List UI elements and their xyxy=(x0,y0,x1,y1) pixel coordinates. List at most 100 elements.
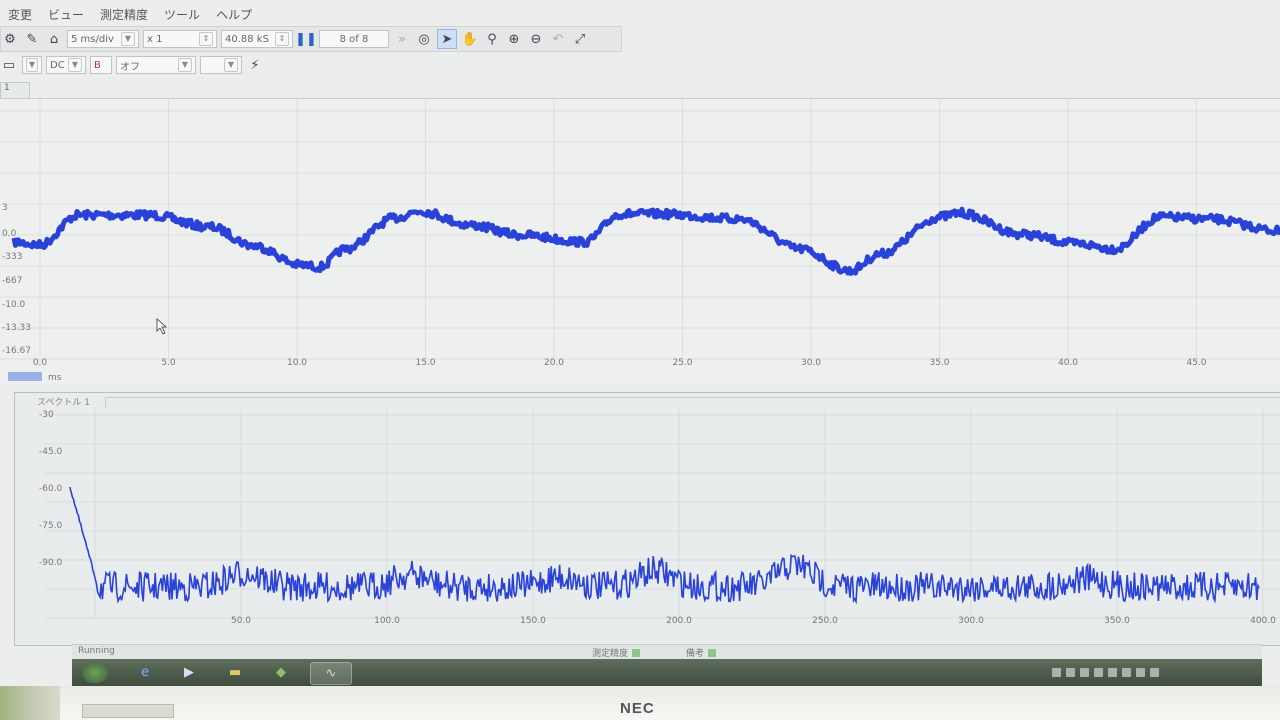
stepper-icon: ⇕ xyxy=(199,32,213,46)
system-tray xyxy=(1052,663,1254,682)
menu-help[interactable]: ヘルプ xyxy=(208,6,260,23)
menu-measure[interactable]: 測定精度 xyxy=(92,6,156,23)
tray-icon[interactable] xyxy=(1066,668,1075,677)
pointer-tool-icon[interactable]: ➤ xyxy=(437,29,457,49)
scope-y-tick-label: -333 xyxy=(2,252,22,262)
zoom-in-icon[interactable]: ⊕ xyxy=(505,30,523,48)
scope-y-tick-label: -13.33 xyxy=(2,323,31,333)
scope-x-tick-label: 15.0 xyxy=(415,358,435,368)
app-icon[interactable]: ◆ xyxy=(264,662,298,683)
chevron-down-icon: ▼ xyxy=(121,32,135,46)
channel-b-state: オフ xyxy=(120,61,140,73)
chevron-down-icon: ▼ xyxy=(178,58,192,72)
start-button[interactable] xyxy=(82,662,108,683)
spectrum-plot[interactable]: -30 -45.0 -60.0 -75.0 -90.0 50.0 100.0 150.0 20… xyxy=(15,407,1280,643)
status-measure-label: 測定精度 xyxy=(592,649,629,659)
timebase-select[interactable]: 5 ms/div ▼ xyxy=(67,30,139,48)
mouse-cursor-icon xyxy=(156,318,168,335)
spectrum-y-tick-label: -75.0 xyxy=(39,521,63,531)
stepper-icon: ⇕ xyxy=(275,32,289,46)
channel-b-label: B xyxy=(94,59,101,71)
scope-waveform-trace xyxy=(11,206,1280,276)
zoom-out-icon[interactable]: ⊖ xyxy=(527,30,545,48)
spectrum-x-tick-label: 300.0 xyxy=(958,616,984,626)
settings-wrench-icon[interactable]: ⚙ xyxy=(1,30,19,48)
probe-icon[interactable]: ✎ xyxy=(23,30,41,48)
scope-y-tick-label: 3 xyxy=(2,203,8,213)
menu-view[interactable]: ビュー xyxy=(40,6,92,23)
spectrum-x-tick-label: 200.0 xyxy=(666,616,692,626)
timebase-value: 5 ms/div xyxy=(71,33,114,45)
menu-edit[interactable]: 変更 xyxy=(0,6,40,23)
status-measure[interactable]: 測定精度 xyxy=(592,646,641,659)
channel-b-range-select[interactable]: オフ ▼ xyxy=(116,56,196,74)
undo-zoom-icon[interactable]: ↶ xyxy=(549,30,567,48)
media-player-icon[interactable]: ▶ xyxy=(172,662,206,683)
windows-taskbar: e ▶ ▬ ◆ ∿ xyxy=(72,659,1262,686)
spectrum-panel: スペクトル 1 -30 -45.0 -60.0 -75.0 -90.0 50.0 100.… xyxy=(14,392,1280,646)
spectrum-y-tick-label: -90.0 xyxy=(39,558,63,568)
spectrum-y-tick-label: -60.0 xyxy=(39,484,63,494)
channel-b-coupling-select[interactable]: ▼ xyxy=(200,56,242,74)
scope-unit-label: ms xyxy=(48,373,62,383)
spectrum-x-tick-label: 400.0 xyxy=(1250,616,1276,626)
zoom-select[interactable]: x 1 ⇕ xyxy=(143,30,217,48)
scope-x-tick-label: 5.0 xyxy=(161,358,176,368)
range-select[interactable]: ▼ xyxy=(22,56,42,74)
coupling-select[interactable]: DC ▼ xyxy=(46,56,86,74)
run-stop-icon[interactable]: ❚❚ xyxy=(295,30,317,48)
spectrum-y-tick-label: -45.0 xyxy=(39,447,63,457)
monitor-brand-logo: NEC xyxy=(620,700,655,717)
chevron-down-icon: ▼ xyxy=(224,58,238,72)
check-icon xyxy=(708,649,717,657)
channel-a-icon[interactable]: ▭ xyxy=(0,56,18,74)
tray-icon[interactable] xyxy=(1094,668,1103,677)
monitor-bezel-bottom xyxy=(60,684,1280,720)
tray-icon[interactable] xyxy=(1136,668,1145,677)
samples-value: 40.88 kS xyxy=(225,33,269,45)
tray-icon[interactable] xyxy=(1150,668,1159,677)
menu-bar: 変更 ビュー 測定精度 ツール ヘルプ xyxy=(0,4,1280,24)
home-icon[interactable]: ⌂ xyxy=(45,30,63,48)
trigger-icon[interactable]: ⚡ xyxy=(246,56,264,74)
view-tab-strip: 1 xyxy=(0,82,1280,99)
scope-y-tick-label: -667 xyxy=(2,276,22,286)
scope-plot[interactable]: 30.0-333-667-10.0-13.33-16.67 0.0 5.0 10.0… xyxy=(0,99,1280,384)
tab-label: 1 xyxy=(4,83,10,93)
spectrum-trace xyxy=(69,487,1260,605)
spectrum-grid xyxy=(45,407,1280,619)
tab-scope-1[interactable]: 1 xyxy=(0,82,30,98)
scope-x-tick-label: 25.0 xyxy=(672,358,692,368)
scope-y-axis: 3 0.0 -333 -667 -10.0 -13.33 -16.67 xyxy=(2,203,31,356)
status-running: Running xyxy=(78,646,115,656)
scope-x-tick-label: 10.0 xyxy=(287,358,307,368)
scope-unit-badge xyxy=(8,372,42,381)
browser-icon[interactable]: e xyxy=(128,662,162,683)
samples-select[interactable]: 40.88 kS ⇕ xyxy=(221,30,293,48)
next-buffer-icon[interactable]: » xyxy=(393,30,411,48)
channel-b-button[interactable]: B xyxy=(90,56,112,74)
compass-icon[interactable]: ◎ xyxy=(415,30,433,48)
zoom-tool-icon[interactable]: ⚲ xyxy=(483,30,501,48)
spectrum-x-tick-label: 250.0 xyxy=(812,616,838,626)
status-notes-label: 備考 xyxy=(686,649,705,659)
coupling-value: DC xyxy=(50,59,65,71)
status-bar: Running 測定精度 備考 xyxy=(72,644,1262,659)
chevron-down-icon: ▼ xyxy=(26,58,38,72)
status-notes[interactable]: 備考 xyxy=(686,646,717,659)
scope-app-taskbar-button[interactable]: ∿ xyxy=(310,662,352,685)
monitor-sticker xyxy=(82,704,174,718)
folder-icon[interactable]: ▬ xyxy=(218,662,252,683)
chevron-down-icon: ▼ xyxy=(68,58,82,72)
oscilloscope-app-window: 変更 ビュー 測定精度 ツール ヘルプ ⚙ ✎ ⌂ 5 ms/div ▼ x 1… xyxy=(0,0,1280,686)
tray-icon[interactable] xyxy=(1052,668,1061,677)
zoom-fit-icon[interactable]: ⤢ xyxy=(571,30,589,48)
tray-icon[interactable] xyxy=(1080,668,1089,677)
spectrum-x-tick-label: 100.0 xyxy=(374,616,400,626)
tray-icon[interactable] xyxy=(1108,668,1117,677)
menu-tools[interactable]: ツール xyxy=(156,6,208,23)
hand-tool-icon[interactable]: ✋ xyxy=(461,30,479,48)
buffer-value: 8 of 8 xyxy=(339,33,369,45)
tray-icon[interactable] xyxy=(1122,668,1131,677)
scope-x-tick-label: 0.0 xyxy=(33,358,48,368)
